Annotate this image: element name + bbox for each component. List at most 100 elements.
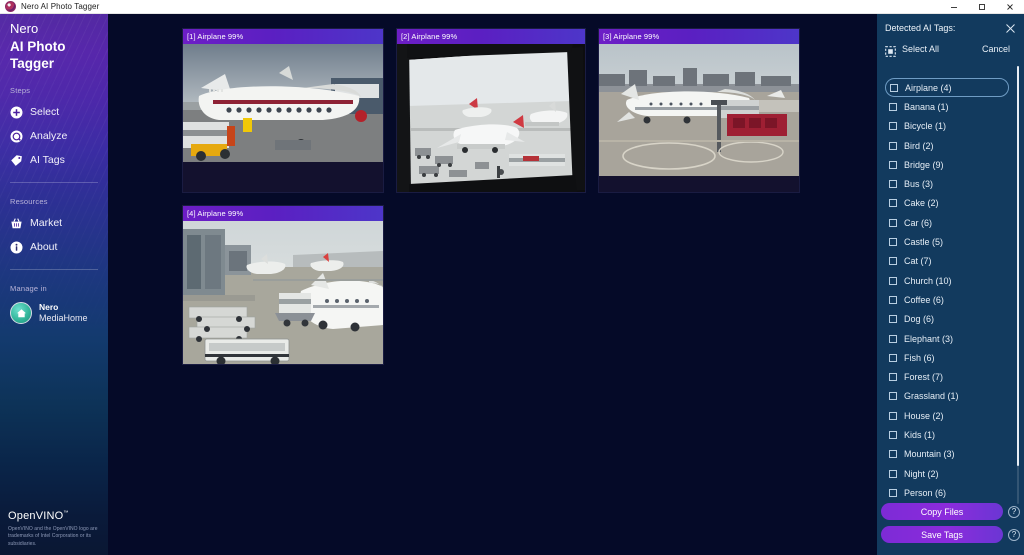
tag-row-person[interactable]: Person (6): [885, 483, 1009, 502]
thumbnail-image: [183, 44, 383, 162]
thumbnail-header: [4] Airplane 99%: [183, 206, 383, 221]
tag-list-scrollbar[interactable]: [1017, 66, 1019, 504]
sidebar-item-nero-mediahome[interactable]: Nero MediaHome: [10, 302, 98, 325]
tag-row-car[interactable]: Car (6): [885, 213, 1009, 232]
thumbnail-label: [4] Airplane 99%: [187, 209, 244, 218]
tag-label: Bird (2): [904, 140, 934, 151]
tag-checkbox[interactable]: [889, 102, 897, 111]
copy-files-help-icon[interactable]: ?: [1008, 505, 1020, 518]
tag-checkbox[interactable]: [889, 469, 897, 478]
tag-checkbox[interactable]: [889, 334, 897, 343]
tag-checkbox[interactable]: [889, 122, 897, 131]
tag-label: Grassland (1): [904, 391, 959, 402]
tag-row-forest[interactable]: Forest (7): [885, 367, 1009, 386]
sidebar-item-about-label: About: [30, 241, 58, 254]
tag-list[interactable]: Airplane (4) Banana (1) Bicycle (1) Bird (2…: [877, 78, 1024, 506]
cancel-button[interactable]: Cancel: [982, 44, 1010, 54]
tag-row-bridge[interactable]: Bridge (9): [885, 155, 1009, 174]
tag-row-elephant[interactable]: Elephant (3): [885, 329, 1009, 348]
steps-section-label: Steps: [10, 86, 31, 96]
tag-checkbox[interactable]: [889, 315, 897, 324]
brand-line-3: Tagger: [10, 55, 55, 71]
sidebar-item-about[interactable]: About: [10, 236, 98, 258]
tag-checkbox[interactable]: [889, 373, 897, 382]
tag-list-scrollbar-thumb[interactable]: [1017, 66, 1019, 466]
tag-row-cake[interactable]: Cake (2): [885, 194, 1009, 213]
tag-checkbox[interactable]: [889, 411, 897, 420]
save-tags-button[interactable]: Save Tags: [881, 526, 1003, 543]
copy-files-row: Copy Files ?: [881, 503, 1020, 520]
tag-row-house[interactable]: House (2): [885, 406, 1009, 425]
tag-checkbox[interactable]: [889, 430, 897, 439]
copy-files-button[interactable]: Copy Files: [881, 503, 1003, 520]
tag-checkbox[interactable]: [889, 141, 897, 150]
tag-checkbox[interactable]: [889, 257, 897, 266]
close-icon[interactable]: [1002, 20, 1018, 36]
tag-label: House (2): [904, 410, 944, 421]
tag-row-castle[interactable]: Castle (5): [885, 232, 1009, 251]
tag-row-cat[interactable]: Cat (7): [885, 252, 1009, 271]
sidebar-item-market[interactable]: Market: [10, 212, 98, 234]
window-titlebar: Nero AI Photo Tagger: [0, 0, 1024, 14]
sidebar-item-ai-tags-label: AI Tags: [30, 154, 65, 167]
tag-panel-actions: Select All Cancel: [877, 38, 1024, 60]
thumbnail-header: [3] Airplane 99%: [599, 29, 799, 44]
tag-checkbox[interactable]: [890, 83, 898, 92]
tag-label: Airplane (4): [905, 82, 952, 93]
sidebar-item-select[interactable]: Select: [10, 101, 98, 123]
copy-files-label: Copy Files: [920, 506, 964, 517]
tag-checkbox[interactable]: [889, 295, 897, 304]
window-controls: [940, 0, 1024, 14]
tag-row-bird[interactable]: Bird (2): [885, 136, 1009, 155]
tag-checkbox[interactable]: [889, 238, 897, 247]
thumbnail-label: [3] Airplane 99%: [603, 32, 660, 41]
tag-checkbox[interactable]: [889, 450, 897, 459]
tag-checkbox[interactable]: [889, 392, 897, 401]
select-all-icon: [885, 44, 896, 57]
select-all-button[interactable]: Select All: [885, 44, 940, 57]
tag-checkbox[interactable]: [889, 218, 897, 227]
tag-row-banana[interactable]: Banana (1): [885, 97, 1009, 116]
save-tags-label: Save Tags: [921, 529, 963, 540]
tag-label: Cat (7): [904, 256, 932, 267]
tag-row-night[interactable]: Night (2): [885, 464, 1009, 483]
mediahome-text: Nero MediaHome: [39, 302, 88, 323]
resources-section-label: Resources: [10, 197, 48, 207]
tag-row-airplane[interactable]: Airplane (4): [885, 78, 1009, 98]
tag-row-dog[interactable]: Dog (6): [885, 310, 1009, 329]
tag-row-grassland[interactable]: Grassland (1): [885, 387, 1009, 406]
tag-row-bicycle[interactable]: Bicycle (1): [885, 117, 1009, 136]
save-tags-help-icon[interactable]: ?: [1008, 528, 1020, 541]
tag-row-kids[interactable]: Kids (1): [885, 425, 1009, 444]
tag-checkbox[interactable]: [889, 488, 897, 497]
tag-row-mountain[interactable]: Mountain (3): [885, 445, 1009, 464]
thumbnail-image: [183, 221, 383, 364]
tag-row-bus[interactable]: Bus (3): [885, 174, 1009, 193]
tag-checkbox[interactable]: [889, 353, 897, 362]
tag-checkbox[interactable]: [889, 199, 897, 208]
tag-label: Bicycle (1): [904, 121, 947, 132]
thumbnail-item[interactable]: [2] Airplane 99%: [397, 29, 585, 192]
sidebar-item-analyze[interactable]: Analyze: [10, 125, 98, 147]
minimize-button[interactable]: [940, 0, 968, 14]
tag-row-church[interactable]: Church (10): [885, 271, 1009, 290]
tag-checkbox[interactable]: [889, 180, 897, 189]
maximize-button[interactable]: [968, 0, 996, 14]
tag-checkbox[interactable]: [889, 276, 897, 285]
target-circle-icon: [10, 130, 23, 143]
thumbnail-grid: [1] Airplane 99% [2] Airplane 99% [3] Ai…: [183, 29, 843, 364]
tag-row-fish[interactable]: Fish (6): [885, 348, 1009, 367]
thumbnail-header: [1] Airplane 99%: [183, 29, 383, 44]
thumbnail-item[interactable]: [4] Airplane 99%: [183, 206, 383, 364]
tag-row-coffee[interactable]: Coffee (6): [885, 290, 1009, 309]
tag-checkbox[interactable]: [889, 160, 897, 169]
select-all-label: Select All: [902, 44, 940, 54]
sidebar: Nero AI Photo Tagger Steps Select Analyz…: [0, 14, 108, 555]
tag-label: Cake (2): [904, 198, 939, 209]
tag-label: Castle (5): [904, 237, 944, 248]
sidebar-item-ai-tags[interactable]: AI Tags: [10, 149, 98, 171]
thumbnail-item[interactable]: [1] Airplane 99%: [183, 29, 383, 192]
thumbnail-item[interactable]: [3] Airplane 99%: [599, 29, 799, 192]
tag-panel-footer: Copy Files ? Save Tags ?: [877, 503, 1024, 549]
close-button[interactable]: [996, 0, 1024, 14]
